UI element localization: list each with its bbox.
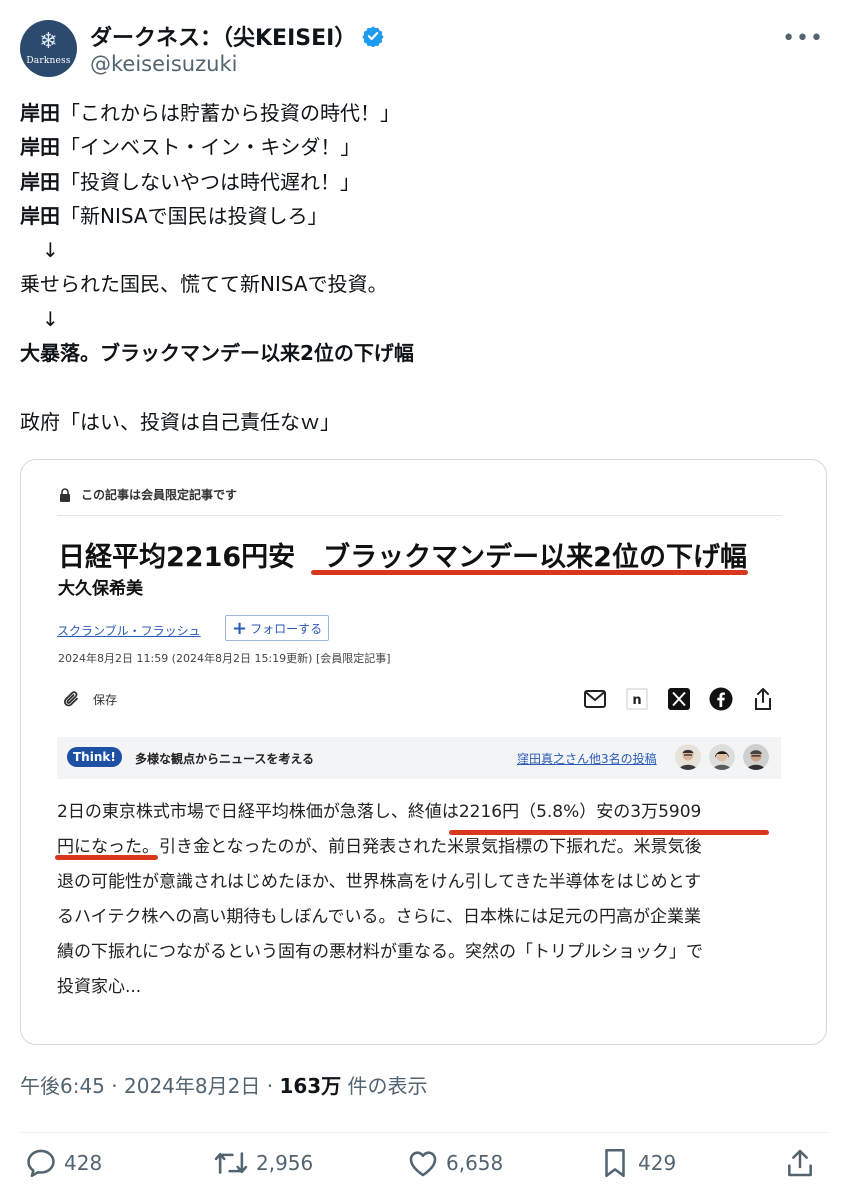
article-line: 投資家心... [57,977,142,997]
commenter-avatar [709,744,735,770]
share-icon[interactable] [750,686,776,712]
commenter-avatars[interactable] [667,744,769,770]
red-underline [449,830,769,835]
commenter-avatar [675,744,701,770]
user-handle[interactable]: @keiseisuzuki [90,52,237,76]
bookmark-button[interactable]: 429 [598,1146,676,1180]
verified-badge-icon [362,26,384,47]
facebook-icon[interactable] [708,686,734,712]
tweet-text: 岸田「これからは貯蓄から投資の時代！」 岸田「インベスト・イン・キシダ！」 岸田… [20,96,830,439]
like-count: 6,658 [446,1151,504,1175]
article-headline[interactable]: 日経平均2216円安 ブラックマンデー以来2位の下げ幅 [58,535,747,574]
tweet-line: 岸田「これからは貯蓄から投資の時代！」 [20,101,400,125]
tweet-line: 岸田「新NISAで国民は投資しろ」 [20,203,328,228]
more-options-icon[interactable]: ••• [782,26,824,51]
paperclip-icon [63,691,78,707]
article-author: 大久保希美 [58,579,143,599]
save-button[interactable]: 保存 [61,688,117,710]
avatar-label: Darkness [26,56,71,66]
article-line: 円になった。引き金となったのが、前日発表された米景気指標の下振れだ。米景気後 [57,837,702,857]
share-icon [788,1149,812,1177]
reply-button[interactable]: 428 [24,1146,102,1180]
bookmark-icon [605,1148,625,1178]
article-card[interactable]: この記事は会員限定記事です 日経平均2216円安 ブラックマンデー以来2位の下げ幅… [20,459,827,1045]
avatar[interactable]: ❄ Darkness [20,20,77,77]
svg-text:n: n [632,693,641,708]
display-name-text: ダークネス：（尖KEISEI） [90,26,357,51]
share-toolbar: n [566,686,776,712]
post-time[interactable]: 午後6:45 [20,1074,105,1098]
mail-icon[interactable] [582,686,608,712]
article-line: 2日の東京株式市場で日経平均株価が急落し、終値は2216円（5.8%）安の3万5… [57,802,702,822]
repost-count: 2,956 [256,1151,314,1175]
tweet-meta: 午後6:45 · 2024年8月2日 · 163万 件の表示 [20,1074,428,1098]
red-underline [55,855,158,860]
think-badge: Think! [67,747,122,767]
down-arrow: ↓ [42,238,59,263]
x-icon[interactable] [666,686,692,712]
commenter-avatar [743,744,769,770]
think-label: 多様な観点からニュースを考える [135,752,315,766]
bookmark-count: 429 [638,1151,677,1175]
view-label: 件の表示 [347,1074,428,1098]
display-name[interactable]: ダークネス：（尖KEISEI） [90,20,384,52]
article-line: 績の下振れにつながるという固有の悪材料が重なる。突然の「トリプルショック」で [57,942,703,962]
reply-count: 428 [64,1151,103,1175]
tweet-line: 岸田「投資しないやつは時代遅れ！」 [20,169,360,194]
tweet-header: ❄ Darkness ダークネス：（尖KEISEI） @keiseisuzuki… [20,16,830,80]
share-button[interactable] [784,1146,822,1180]
repost-icon [214,1152,248,1174]
members-only-notice: この記事は会員限定記事です [59,486,237,503]
think-bar: Think! 多様な観点からニュースを考える 窪田真之さん他3名の投稿 [57,737,781,779]
series-link[interactable]: スクランブル・フラッシュ [57,622,201,639]
article-line: るハイテク株への高い期待もしぼんでいる。さらに、日本株には足元の円高が企業業 [57,907,701,927]
divider [20,1132,830,1133]
think-posts-link[interactable]: 窪田真之さん他3名の投稿 [517,750,657,767]
tweet-line: 政府「はい、投資は自己責任なｗ」 [20,409,340,434]
like-button[interactable]: 6,658 [406,1146,503,1180]
repost-button[interactable]: 2,956 [212,1146,313,1180]
tweet-line: 乗せられた国民、慌てて新NISAで投資。 [20,272,388,297]
reply-icon [27,1149,55,1178]
action-bar: 428 2,956 6,658 429 [20,1146,830,1186]
article-line: 退の可能性が意識されはじめたほか、世界株高をけん引してきた半導体をはじめとす [57,872,702,892]
article-dateline: 2024年8月2日 11:59 (2024年8月2日 15:19更新) [会員限… [58,652,391,665]
heart-icon [409,1151,437,1177]
note-icon[interactable]: n [624,686,650,712]
view-count: 163万 [279,1074,342,1098]
follow-button[interactable]: + フォローする [225,615,330,641]
plus-icon: + [232,617,248,639]
red-underline [311,570,748,575]
down-arrow: ↓ [42,306,59,331]
article-excerpt: 2日の東京株式市場で日経平均株価が急落し、終値は2216円（5.8%）安の3万5… [57,795,792,1005]
post-date[interactable]: 2024年8月2日 [124,1074,260,1098]
tweet-line-bold: 大暴落。ブラックマンデー以来2位の下げ幅 [20,341,414,366]
lock-icon [60,487,70,502]
divider [57,515,782,516]
snowflake-icon: ❄ [39,29,58,54]
tweet-line: 岸田「インベスト・イン・キシダ！」 [20,135,361,160]
